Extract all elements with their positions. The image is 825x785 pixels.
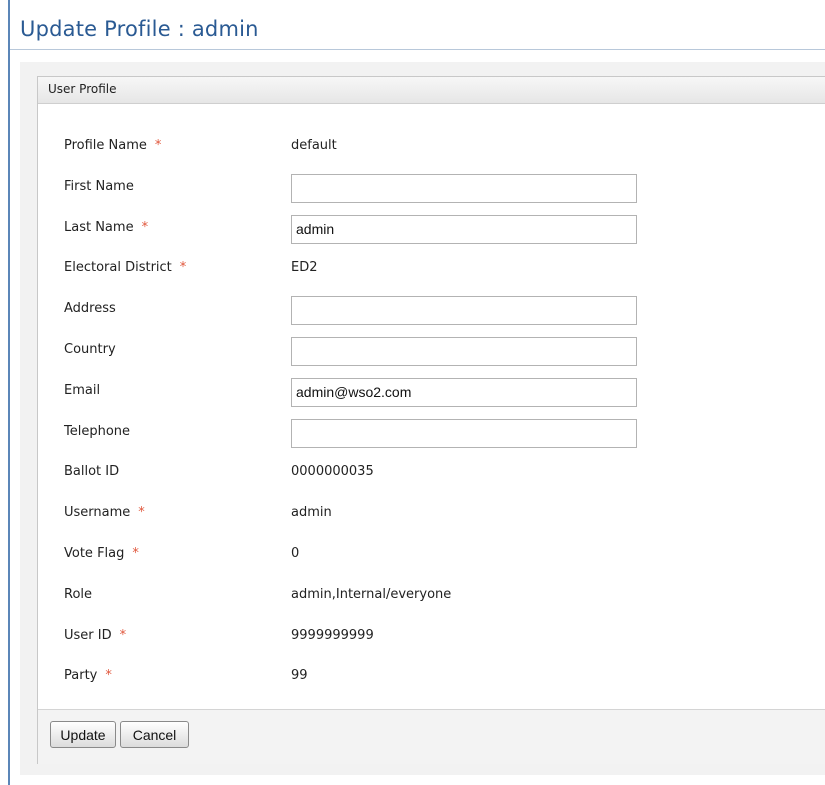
user-profile-panel: User Profile Profile Name * default First N… [37, 76, 825, 764]
field-label-vote-flag: Vote Flag * [64, 546, 139, 561]
email-input[interactable] [291, 377, 637, 407]
user-id-value: 9999999999 [291, 627, 374, 643]
party-value: 99 [291, 668, 308, 684]
role-value: admin,Internal/everyone [291, 586, 452, 602]
page-title: Update Profile : admin [20, 17, 259, 41]
required-marker: * [154, 138, 162, 153]
button-bar: Update Cancel [38, 709, 825, 764]
field-label-text: First Name [64, 178, 134, 194]
form-row-username: Username * admin [38, 498, 825, 528]
field-label-username: Username * [64, 505, 145, 520]
telephone-input[interactable] [291, 418, 637, 448]
required-marker: * [119, 627, 127, 643]
field-label-last-name: Last Name * [64, 220, 148, 235]
form-row-first-name: First Name [38, 172, 825, 203]
title-divider [10, 49, 825, 50]
required-marker: * [179, 260, 187, 276]
form-row-role: Role admin,Internal/everyone [38, 580, 825, 610]
form-row-country: Country [38, 335, 825, 366]
form-row-electoral-district: Electoral District * ED2 [38, 253, 825, 283]
field-label-text: Role [64, 586, 93, 602]
field-label-text: Last Name [64, 219, 134, 235]
ballot-id-value: 0000000035 [291, 464, 374, 480]
field-label-text: Email [64, 382, 101, 398]
form-row-user-id: User ID * 9999999999 [38, 621, 825, 651]
first-name-input[interactable] [291, 173, 637, 203]
field-label-text: Country [64, 342, 116, 357]
form-row-profile-name: Profile Name * default [38, 131, 825, 161]
field-label-text: Vote Flag [64, 546, 125, 561]
form-row-last-name: Last Name * [38, 213, 825, 244]
electoral-district-value: ED2 [291, 260, 318, 276]
field-label-electoral-district: Electoral District * [64, 260, 186, 275]
form-row-ballot-id: Ballot ID 0000000035 [38, 457, 825, 487]
form-row-telephone: Telephone [38, 417, 825, 448]
panel-header: User Profile [38, 77, 825, 104]
field-label-address: Address [64, 301, 116, 316]
field-label-first-name: First Name [64, 179, 134, 194]
country-input[interactable] [291, 337, 637, 366]
address-input[interactable] [291, 296, 637, 326]
field-label-profile-name: Profile Name * [64, 138, 161, 153]
field-label-text: Electoral District [64, 260, 172, 276]
field-label-text: Telephone [64, 423, 131, 439]
panel-header-title: User Profile [48, 82, 117, 96]
required-marker: * [105, 668, 112, 684]
field-label-text: Party [64, 668, 98, 684]
username-value: admin [291, 505, 332, 521]
last-name-input[interactable] [291, 214, 637, 244]
vote-flag-value: 0 [291, 546, 300, 561]
field-label-ballot-id: Ballot ID [64, 464, 119, 479]
left-border [8, 0, 10, 785]
field-label-email: Email [64, 383, 100, 398]
field-label-telephone: Telephone [64, 424, 130, 439]
field-label-text: Address [64, 301, 116, 317]
field-label-text: Ballot ID [64, 464, 120, 480]
field-label-user-id: User ID * [64, 628, 126, 643]
form-row-email: Email [38, 376, 825, 407]
field-label-country: Country [64, 342, 116, 357]
required-marker: * [132, 546, 139, 561]
cancel-button[interactable]: Cancel [120, 721, 189, 748]
required-marker: * [138, 505, 145, 521]
required-marker: * [141, 219, 149, 235]
form-row-vote-flag: Vote Flag * 0 [38, 539, 825, 569]
profile-name-value: default [291, 138, 337, 153]
form-row-party: Party * 99 [38, 661, 825, 691]
field-label-text: Profile Name [64, 138, 147, 153]
update-button[interactable]: Update [50, 721, 116, 748]
field-label-party: Party * [64, 668, 112, 683]
field-label-role: Role [64, 587, 92, 602]
form-row-address: Address [38, 294, 825, 326]
field-label-text: User ID [64, 627, 112, 643]
field-label-text: Username [64, 505, 131, 521]
